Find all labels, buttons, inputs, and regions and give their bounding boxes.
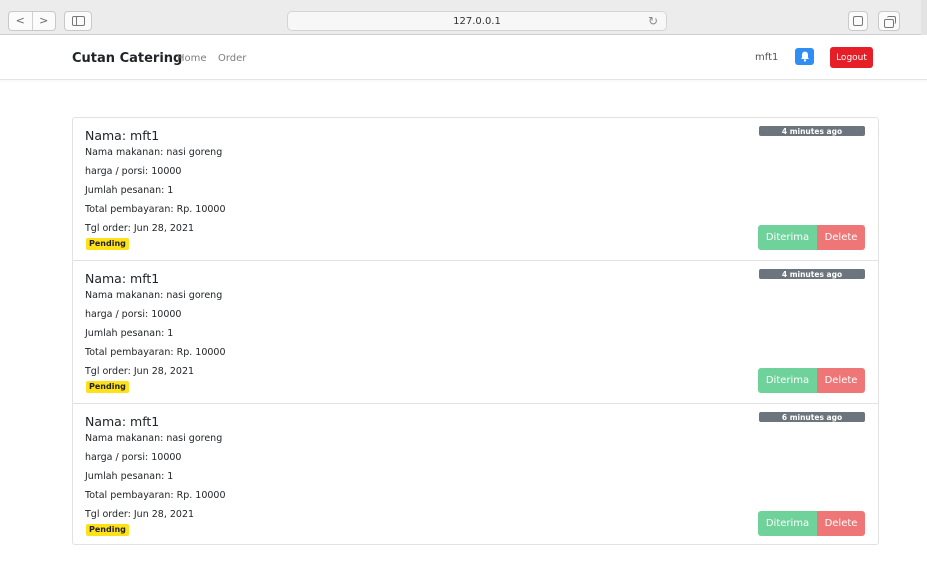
delete-button[interactable]: Delete <box>817 225 865 250</box>
nav-link-order[interactable]: Order <box>218 53 246 64</box>
back-icon[interactable]: < <box>9 12 32 30</box>
order-total: Total pembayaran: Rp. 10000 <box>85 347 226 358</box>
order-food: Nama makanan: nasi goreng <box>85 433 223 444</box>
brand-logo[interactable]: Cutan Catering <box>72 51 182 66</box>
sidebar-icon <box>71 16 85 26</box>
history-nav: < > <box>8 11 56 31</box>
order-price: harga / porsi: 10000 <box>85 166 182 177</box>
order-total: Total pembayaran: Rp. 10000 <box>85 204 226 215</box>
sidebar-toggle-button[interactable] <box>64 11 92 31</box>
forward-icon[interactable]: > <box>31 12 56 30</box>
status-badge: Pending <box>86 381 129 393</box>
username-label[interactable]: mft1 <box>755 52 778 63</box>
status-badge: Pending <box>86 524 129 536</box>
order-price: harga / porsi: 10000 <box>85 452 182 463</box>
order-date: Tgl order: Jun 28, 2021 <box>85 223 195 234</box>
order-customer-name: Nama: mft1 <box>85 271 160 286</box>
order-price: harga / porsi: 10000 <box>85 309 182 320</box>
bell-icon <box>800 51 809 62</box>
logout-button[interactable]: Logout <box>830 47 873 68</box>
order-quantity: Jumlah pesanan: 1 <box>85 185 174 196</box>
order-quantity: Jumlah pesanan: 1 <box>85 471 174 482</box>
accept-button[interactable]: Diterima <box>758 225 817 250</box>
tab-overview-button[interactable] <box>878 11 900 31</box>
time-ago-badge: 4 minutes ago <box>759 126 865 136</box>
notification-button[interactable] <box>795 48 814 65</box>
tabs-icon <box>884 15 896 28</box>
browser-toolbar: < > 127.0.0.1 ↻ <box>0 0 927 35</box>
reload-icon[interactable]: ↻ <box>648 14 658 28</box>
time-ago-badge: 6 minutes ago <box>759 412 865 422</box>
order-food: Nama makanan: nasi goreng <box>85 147 223 158</box>
status-badge: Pending <box>86 238 129 250</box>
order-food: Nama makanan: nasi goreng <box>85 290 223 301</box>
order-customer-name: Nama: mft1 <box>85 414 160 429</box>
order-date: Tgl order: Jun 28, 2021 <box>85 366 195 377</box>
share-button[interactable] <box>848 11 868 31</box>
delete-button[interactable]: Delete <box>817 368 865 393</box>
url-text: 127.0.0.1 <box>453 15 501 27</box>
nav-link-home[interactable]: Home <box>177 53 207 64</box>
order-date: Tgl order: Jun 28, 2021 <box>85 509 195 520</box>
orders-list: Nama: mft1 Nama makanan: nasi goreng har… <box>72 117 879 545</box>
share-icon <box>853 16 863 26</box>
order-card: Nama: mft1 Nama makanan: nasi goreng har… <box>73 260 878 402</box>
accept-button[interactable]: Diterima <box>758 368 817 393</box>
order-total: Total pembayaran: Rp. 10000 <box>85 490 226 501</box>
address-bar[interactable]: 127.0.0.1 ↻ <box>287 11 667 31</box>
order-card: Nama: mft1 Nama makanan: nasi goreng har… <box>73 403 878 545</box>
order-customer-name: Nama: mft1 <box>85 128 160 143</box>
order-quantity: Jumlah pesanan: 1 <box>85 328 174 339</box>
app-navbar: Cutan Catering Home Order mft1 Logout <box>0 36 927 80</box>
accept-button[interactable]: Diterima <box>758 511 817 536</box>
order-card: Nama: mft1 Nama makanan: nasi goreng har… <box>73 118 878 260</box>
time-ago-badge: 4 minutes ago <box>759 269 865 279</box>
delete-button[interactable]: Delete <box>817 511 865 536</box>
window-edge <box>921 0 927 35</box>
